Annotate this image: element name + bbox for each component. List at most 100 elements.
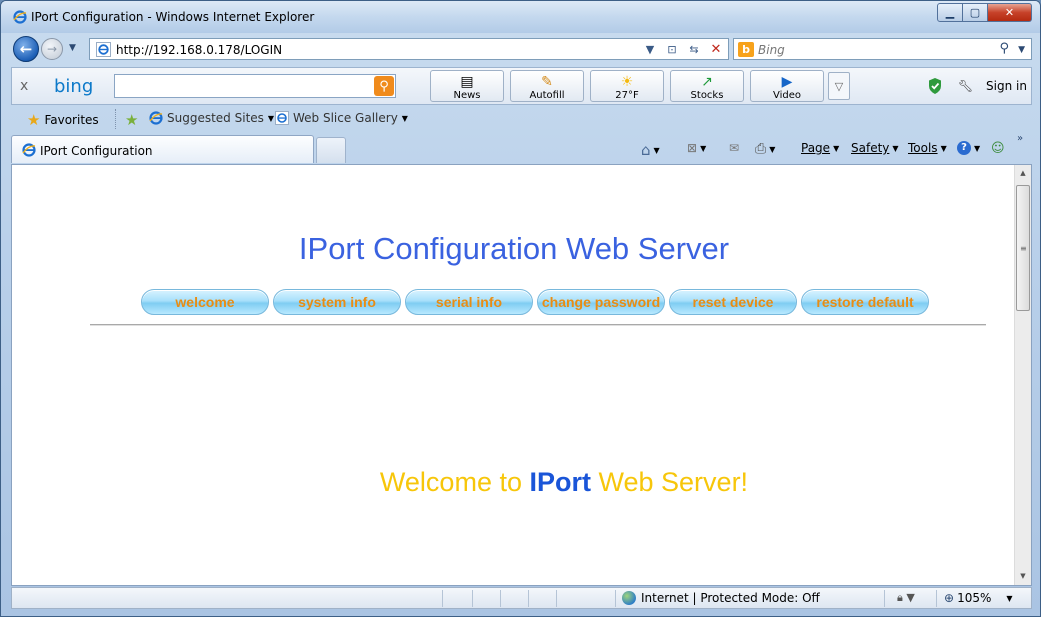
bing-news-button[interactable]: ▤ News bbox=[430, 70, 504, 102]
stop-icon[interactable]: ✕ bbox=[706, 40, 726, 58]
help-menu[interactable]: ? ▼ bbox=[957, 141, 980, 155]
web-slice-gallery-link[interactable]: Web Slice Gallery ▼ bbox=[275, 111, 408, 125]
home-button[interactable]: ⌂ ▼ bbox=[641, 141, 660, 159]
weather-sun-icon: ☀ bbox=[620, 74, 634, 90]
status-separator bbox=[884, 590, 885, 607]
sign-in-link[interactable]: Sign in bbox=[986, 79, 1027, 93]
lock-icon: 🔒︎ bbox=[897, 591, 903, 604]
close-button[interactable]: ✕ bbox=[988, 3, 1032, 22]
security-zone[interactable]: Internet | Protected Mode: Off bbox=[622, 591, 820, 605]
refresh-icon[interactable]: ⇆ bbox=[684, 40, 704, 58]
add-favorite-star-icon: ★ bbox=[125, 111, 139, 129]
title-bar: IPort Configuration - Windows Internet E… bbox=[1, 1, 1040, 33]
status-bar: Internet | Protected Mode: Off 🔒︎ ▼ ⊕ 10… bbox=[11, 587, 1032, 609]
stocks-icon: ↗ bbox=[701, 74, 713, 90]
nav-change-password-button[interactable]: change password bbox=[537, 289, 665, 315]
url-text[interactable]: http://192.168.0.178/LOGIN bbox=[116, 43, 282, 57]
safety-menu[interactable]: Safety ▼ bbox=[851, 141, 899, 155]
shield-icon[interactable] bbox=[928, 78, 942, 94]
toolbar-overflow-chevron[interactable]: » bbox=[1017, 133, 1023, 144]
autofill-icon: ✎ bbox=[541, 74, 553, 90]
globe-icon bbox=[622, 591, 636, 605]
bing-weather-button[interactable]: ☀ 27°F bbox=[590, 70, 664, 102]
compatibility-view-icon[interactable]: ⊡ bbox=[662, 40, 682, 58]
zoom-icon: ⊕ bbox=[944, 591, 955, 605]
search-icon: ⚲ bbox=[379, 78, 389, 94]
chevron-down-icon: ▼ bbox=[974, 143, 981, 153]
tab-row: IPort Configuration ⌂ ▼ ⊠ ▼ ✉ ⎙ ▼ Page ▼… bbox=[11, 133, 1032, 163]
bing-autofill-button[interactable]: ✎ Autofill bbox=[510, 70, 584, 102]
status-separator bbox=[615, 590, 616, 607]
suggested-sites-link[interactable]: Suggested Sites ▼ bbox=[149, 111, 274, 125]
nav-welcome-button[interactable]: welcome bbox=[141, 289, 269, 315]
research-button[interactable]: ☺ bbox=[991, 141, 1005, 156]
page-menu[interactable]: Page ▼ bbox=[801, 141, 839, 155]
favorites-button[interactable]: ★ Favorites bbox=[27, 111, 99, 129]
printer-icon: ⎙ bbox=[755, 141, 767, 157]
window-controls: ▁ ▢ ✕ bbox=[937, 3, 1032, 22]
feeds-button[interactable]: ⊠ ▼ bbox=[687, 141, 706, 155]
status-separator bbox=[472, 590, 473, 607]
ie-logo-icon bbox=[13, 10, 27, 24]
welcome-message: Welcome to IPort Web Server! bbox=[379, 467, 749, 497]
divider bbox=[90, 324, 986, 326]
tab-label: IPort Configuration bbox=[40, 144, 153, 158]
arrow-right-icon: → bbox=[46, 42, 58, 56]
maximize-button[interactable]: ▢ bbox=[963, 3, 988, 22]
status-separator bbox=[556, 590, 557, 607]
chevron-down-icon: ▼ bbox=[1006, 593, 1013, 603]
scroll-down-arrow-icon[interactable]: ▼ bbox=[1015, 568, 1031, 585]
protected-mode-dropdown[interactable]: 🔒︎ ▼ bbox=[897, 591, 915, 605]
window-title: IPort Configuration - Windows Internet E… bbox=[31, 10, 315, 24]
new-tab-button[interactable] bbox=[316, 137, 346, 163]
tab-iport-configuration[interactable]: IPort Configuration bbox=[11, 135, 314, 163]
bing-logo[interactable]: bing bbox=[54, 76, 93, 97]
bing-more-button[interactable]: ▽ bbox=[828, 72, 850, 100]
research-people-icon: ☺ bbox=[991, 141, 1005, 156]
address-bar[interactable]: http://192.168.0.178/LOGIN ▼ ⊡ ⇆ ✕ bbox=[89, 38, 729, 60]
wrench-icon[interactable]: 🔧︎ bbox=[958, 79, 973, 93]
scroll-up-arrow-icon[interactable]: ▲ bbox=[1015, 165, 1031, 182]
home-icon: ⌂ bbox=[641, 141, 651, 159]
recent-pages-dropdown[interactable]: ▼ bbox=[69, 43, 76, 53]
bing-stocks-button[interactable]: ↗ Stocks bbox=[670, 70, 744, 102]
print-button[interactable]: ⎙ ▼ bbox=[755, 141, 775, 157]
address-dropdown-icon[interactable]: ▼ bbox=[640, 40, 660, 58]
status-separator bbox=[936, 590, 937, 607]
minimize-button[interactable]: ▁ bbox=[937, 3, 963, 22]
search-options-dropdown[interactable]: ▼ bbox=[1018, 45, 1025, 55]
vertical-scrollbar[interactable]: ▲ ≡ ▼ bbox=[1014, 165, 1031, 585]
bing-search-button[interactable]: ⚲ bbox=[374, 76, 394, 96]
bing-toolbar-close-button[interactable]: x bbox=[20, 78, 28, 94]
nav-reset-device-button[interactable]: reset device bbox=[669, 289, 797, 315]
add-to-favorites-bar-button[interactable]: ★ bbox=[125, 111, 138, 129]
chevron-down-icon: ▼ bbox=[267, 113, 275, 123]
nav-restore-default-button[interactable]: restore default bbox=[801, 289, 929, 315]
chevron-down-icon: ▼ bbox=[833, 143, 840, 153]
search-placeholder[interactable]: Bing bbox=[758, 43, 785, 57]
scrollbar-thumb[interactable]: ≡ bbox=[1016, 185, 1030, 311]
tools-menu[interactable]: Tools ▼ bbox=[908, 141, 947, 155]
mail-icon: ✉ bbox=[729, 141, 740, 155]
video-icon: ▶ bbox=[781, 74, 793, 90]
chevron-down-icon: ▼ bbox=[940, 143, 947, 153]
read-mail-button[interactable]: ✉ bbox=[729, 141, 739, 155]
search-box[interactable]: b Bing ⚲ ▼ bbox=[733, 38, 1032, 60]
forward-button[interactable]: → bbox=[41, 38, 63, 60]
chevron-down-icon: ▼ bbox=[700, 143, 707, 153]
chevron-down-icon: ▼ bbox=[401, 113, 408, 123]
search-icon[interactable]: ⚲ bbox=[999, 41, 1009, 56]
ie-page-icon bbox=[96, 42, 111, 57]
chevron-down-icon: ▼ bbox=[769, 144, 776, 154]
status-separator bbox=[528, 590, 529, 607]
back-button[interactable]: ← bbox=[13, 36, 39, 62]
address-row: ← → ▼ http://192.168.0.178/LOGIN ▼ ⊡ ⇆ ✕… bbox=[1, 34, 1040, 64]
nav-serial-info-button[interactable]: serial info bbox=[405, 289, 533, 315]
bing-search-input[interactable] bbox=[114, 74, 396, 98]
zoom-control[interactable]: ⊕ 105% ▼ bbox=[944, 591, 1013, 605]
rss-feed-icon: ⊠ bbox=[687, 141, 698, 155]
welcome-brand: IPort bbox=[529, 467, 591, 497]
chevron-down-icon: ▼ bbox=[653, 145, 660, 155]
nav-system-info-button[interactable]: system info bbox=[273, 289, 401, 315]
bing-video-button[interactable]: ▶ Video bbox=[750, 70, 824, 102]
